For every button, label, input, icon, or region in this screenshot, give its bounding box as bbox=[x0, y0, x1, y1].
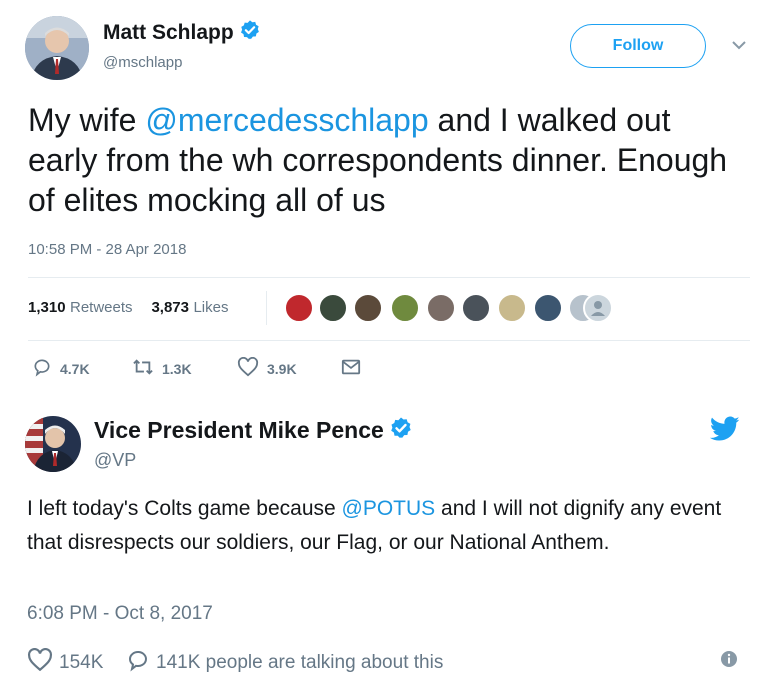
envelope-icon bbox=[341, 358, 361, 381]
author-name[interactable]: Matt Schlapp bbox=[103, 21, 234, 44]
talking-about-text: 141K people are talking about this bbox=[156, 651, 444, 673]
chevron-down-icon[interactable] bbox=[730, 38, 748, 52]
retweet-icon bbox=[132, 357, 154, 382]
divider bbox=[28, 277, 750, 278]
tweet-text-part: My wife bbox=[28, 102, 146, 138]
heart-icon bbox=[237, 356, 259, 382]
liker-avatar[interactable] bbox=[353, 293, 383, 323]
verified-badge-icon bbox=[239, 19, 261, 46]
author-handle[interactable]: @VP bbox=[94, 450, 136, 471]
mention-link[interactable]: @mercedesschlapp bbox=[145, 102, 428, 138]
retweet-action[interactable]: 1.3K bbox=[132, 358, 192, 380]
liker-avatar[interactable] bbox=[461, 293, 491, 323]
retweet-count: 1.3K bbox=[162, 361, 192, 377]
tweet-mike-pence: Vice President Mike Pence @VP I left tod… bbox=[0, 400, 766, 687]
liker-avatar[interactable] bbox=[318, 293, 348, 323]
retweets-label: Retweets bbox=[70, 299, 133, 316]
liker-avatar[interactable] bbox=[284, 293, 314, 323]
tweet-stats: 1,310 Retweets 3,873 Likes bbox=[28, 299, 228, 317]
reply-action[interactable]: 141K people are talking about this bbox=[126, 648, 443, 677]
follow-button[interactable]: Follow bbox=[570, 24, 706, 68]
reply-action[interactable]: 4.7K bbox=[32, 358, 90, 380]
twitter-bird-icon[interactable] bbox=[709, 416, 740, 442]
likes-label: Likes bbox=[193, 299, 229, 316]
retweets-stat[interactable]: 1,310 Retweets bbox=[28, 299, 133, 316]
avatar-mike-pence[interactable] bbox=[25, 416, 81, 472]
stats-separator bbox=[266, 291, 267, 325]
like-action[interactable]: 154K bbox=[27, 647, 104, 677]
liker-avatar[interactable] bbox=[426, 293, 456, 323]
author-handle[interactable]: @mschlapp bbox=[103, 54, 182, 71]
author-name[interactable]: Vice President Mike Pence bbox=[94, 417, 384, 443]
heart-icon bbox=[27, 647, 53, 677]
direct-message-action[interactable] bbox=[341, 358, 361, 380]
tweet-matt-schlapp: Matt Schlapp @mschlapp Follow My wife @m… bbox=[0, 0, 766, 400]
tweet-text-part: I left today's Colts game because bbox=[27, 497, 342, 520]
likes-count: 3,873 bbox=[151, 299, 189, 316]
like-action[interactable]: 3.9K bbox=[237, 356, 297, 382]
mention-link[interactable]: @POTUS bbox=[342, 497, 436, 520]
reply-icon bbox=[126, 648, 150, 677]
info-icon[interactable] bbox=[719, 649, 739, 669]
liker-avatar[interactable] bbox=[390, 293, 420, 323]
tweet-timestamp[interactable]: 6:08 PM - Oct 8, 2017 bbox=[27, 603, 213, 625]
retweets-count: 1,310 bbox=[28, 299, 66, 316]
liker-avatar[interactable] bbox=[583, 293, 613, 323]
avatar-matt-schlapp[interactable] bbox=[25, 16, 89, 80]
like-count: 3.9K bbox=[267, 361, 297, 377]
tweet-text: I left today's Colts game because @POTUS… bbox=[27, 492, 747, 560]
liker-avatar[interactable] bbox=[497, 293, 527, 323]
tweet-text: My wife @mercedesschlapp and I walked ou… bbox=[28, 100, 748, 220]
likes-stat[interactable]: 3,873 Likes bbox=[151, 299, 228, 316]
divider bbox=[28, 340, 750, 341]
like-count: 154K bbox=[59, 651, 104, 673]
verified-badge-icon bbox=[389, 416, 413, 445]
reply-count: 4.7K bbox=[60, 361, 90, 377]
reply-icon bbox=[32, 357, 52, 382]
liker-avatar[interactable] bbox=[533, 293, 563, 323]
tweet-timestamp[interactable]: 10:58 PM - 28 Apr 2018 bbox=[28, 241, 186, 258]
